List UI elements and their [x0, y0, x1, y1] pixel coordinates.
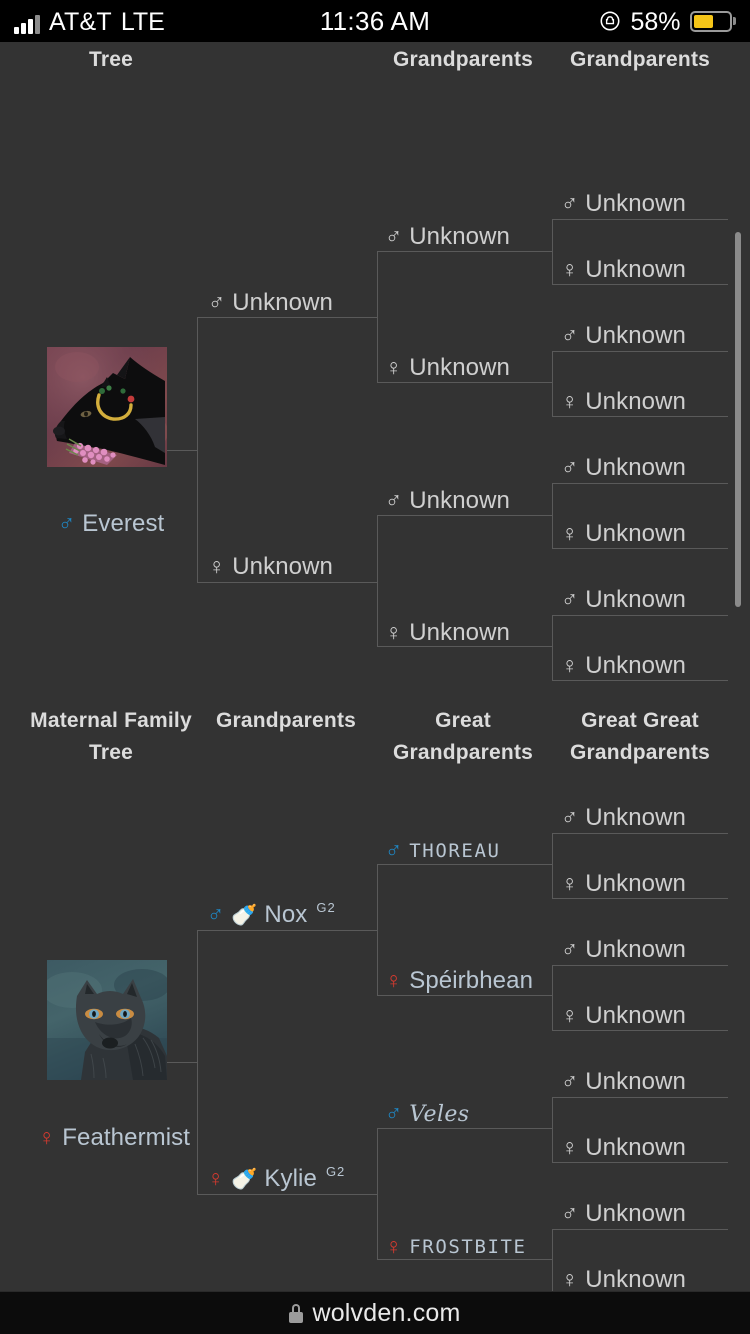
grandparent-frostbite[interactable]: ♀ FROSTBITE [385, 1233, 527, 1259]
header-tree: Tree [89, 48, 133, 71]
female-symbol-icon: ♀ [561, 651, 579, 678]
great-grandparent-1-maternal[interactable]: ♂ Unknown [561, 803, 686, 830]
female-symbol-icon: ♀ [385, 1233, 403, 1259]
paternal-tree-headers: Tree Grandparents Grandparents [0, 42, 750, 88]
generation-badge: G2 [325, 1163, 346, 1179]
great-grandparent-7[interactable]: ♂ Unknown [561, 585, 686, 612]
ios-status-bar: AT&T LTE 11:36 AM 58% [0, 0, 750, 42]
battery-percent-label: 58% [630, 7, 681, 36]
subject-portrait-feathermist[interactable] [47, 960, 167, 1080]
male-symbol-icon: ♂ [385, 837, 403, 863]
grandparent-4[interactable]: ♀ Unknown [385, 618, 510, 645]
parent-father-nox[interactable]: ♂ 🍼 Nox G2 [207, 899, 336, 927]
female-symbol-icon: ♀ [385, 353, 403, 380]
female-symbol-icon: ♀ [385, 618, 403, 645]
browser-url-bar[interactable]: wolvden.com [0, 1291, 750, 1334]
maternal-tree-headers: Maternal Family Tree Grandparents Great … [0, 703, 750, 783]
grandparent-2[interactable]: ♀ Unknown [385, 353, 510, 380]
maternal-tree-grid: ♀ Feathermist ♂ 🍼 Nox G2 ♀ 🍼 Kylie G2 ♂ … [0, 783, 750, 1291]
header-grandparents-1: Grandparents [392, 48, 534, 71]
male-symbol-icon: ♂ [58, 509, 76, 536]
male-symbol-icon: ♂ [561, 585, 579, 612]
great-grandparent-6-maternal[interactable]: ♀ Unknown [561, 1133, 686, 1160]
female-symbol-icon: ♀ [385, 966, 403, 993]
great-grandparent-3[interactable]: ♂ Unknown [561, 321, 686, 348]
generation-badge: G2 [316, 899, 336, 915]
great-grandparent-5-maternal[interactable]: ♂ Unknown [561, 1067, 686, 1094]
female-symbol-icon: ♀ [561, 1133, 579, 1160]
great-grandparent-1[interactable]: ♂ Unknown [561, 189, 686, 216]
male-symbol-icon: ♂ [561, 1067, 579, 1094]
baby-bottle-icon: 🍼 [231, 1167, 258, 1191]
great-grandparent-8[interactable]: ♀ Unknown [561, 651, 686, 678]
subject-name-feathermist[interactable]: ♀ Feathermist [38, 1123, 190, 1150]
rotation-lock-icon [599, 10, 621, 32]
great-grandparent-2-maternal[interactable]: ♀ Unknown [561, 869, 686, 896]
male-symbol-icon: ♂ [385, 222, 403, 249]
grandparent-speirbhean[interactable]: ♀ Spéirbhean [385, 966, 533, 993]
header-great-great-grandparents: Great Great Grandparents [569, 709, 711, 764]
male-symbol-icon: ♂ [561, 935, 579, 962]
great-grandparent-8-maternal[interactable]: ♀ Unknown [561, 1265, 686, 1291]
url-label: wolvden.com [312, 1298, 461, 1327]
header-grandparents-2: Grandparents [569, 48, 711, 71]
connector-subject [167, 450, 197, 451]
family-tree-page: Tree Grandparents Grandparents ♂ Everest… [0, 42, 750, 1291]
female-symbol-icon: ♀ [561, 387, 579, 414]
male-symbol-icon: ♂ [385, 1100, 403, 1126]
male-symbol-icon: ♂ [208, 288, 226, 315]
connector-subject-maternal [167, 1062, 197, 1063]
female-symbol-icon: ♀ [38, 1123, 56, 1150]
header-maternal-family-tree: Maternal Family Tree [30, 709, 192, 764]
parent-father[interactable]: ♂ Unknown [208, 288, 333, 315]
header-great-grandparents: Great Grandparents [392, 709, 534, 764]
male-symbol-icon: ♂ [207, 900, 225, 927]
subject-name-everest[interactable]: ♂ Everest [58, 509, 164, 536]
male-symbol-icon: ♂ [561, 803, 579, 830]
maternal-family-tree: Maternal Family Tree Grandparents Great … [0, 703, 750, 1291]
great-grandparent-5[interactable]: ♂ Unknown [561, 453, 686, 480]
female-symbol-icon: ♀ [561, 1265, 579, 1291]
padlock-icon [289, 1303, 304, 1323]
header-grandparents: Grandparents [215, 709, 357, 732]
grandparent-3[interactable]: ♂ Unknown [385, 486, 510, 513]
great-grandparent-7-maternal[interactable]: ♂ Unknown [561, 1199, 686, 1226]
grandparent-veles[interactable]: ♂ Veles [385, 1100, 469, 1126]
parent-mother-kylie[interactable]: ♀ 🍼 Kylie G2 [207, 1163, 346, 1191]
male-symbol-icon: ♂ [385, 486, 403, 513]
bracket-parents [197, 317, 377, 583]
male-symbol-icon: ♂ [561, 321, 579, 348]
great-grandparent-4-maternal[interactable]: ♀ Unknown [561, 1001, 686, 1028]
male-symbol-icon: ♂ [561, 453, 579, 480]
male-symbol-icon: ♂ [561, 1199, 579, 1226]
female-symbol-icon: ♀ [208, 552, 226, 579]
great-grandparent-4[interactable]: ♀ Unknown [561, 387, 686, 414]
baby-bottle-icon: 🍼 [231, 903, 258, 927]
great-grandparent-2[interactable]: ♀ Unknown [561, 255, 686, 282]
female-symbol-icon: ♀ [561, 255, 579, 282]
paternal-tree-grid: ♂ Everest ♂ Unknown ♀ Unknown ♂ Unknown [0, 88, 750, 681]
great-grandparent-3-maternal[interactable]: ♂ Unknown [561, 935, 686, 962]
female-symbol-icon: ♀ [561, 1001, 579, 1028]
parent-mother[interactable]: ♀ Unknown [208, 552, 333, 579]
female-symbol-icon: ♀ [561, 869, 579, 896]
female-symbol-icon: ♀ [561, 519, 579, 546]
paternal-family-tree: Tree Grandparents Grandparents ♂ Everest… [0, 42, 750, 681]
grandparent-thoreau[interactable]: ♂ THOREAU [385, 837, 501, 863]
great-grandparent-6[interactable]: ♀ Unknown [561, 519, 686, 546]
female-symbol-icon: ♀ [207, 1164, 225, 1191]
status-bar-right: 58% [599, 9, 736, 34]
bracket-parents-maternal [197, 930, 377, 1195]
grandparent-1[interactable]: ♂ Unknown [385, 222, 510, 249]
battery-icon [689, 10, 736, 32]
male-symbol-icon: ♂ [561, 189, 579, 216]
subject-portrait-everest[interactable] [47, 347, 167, 467]
